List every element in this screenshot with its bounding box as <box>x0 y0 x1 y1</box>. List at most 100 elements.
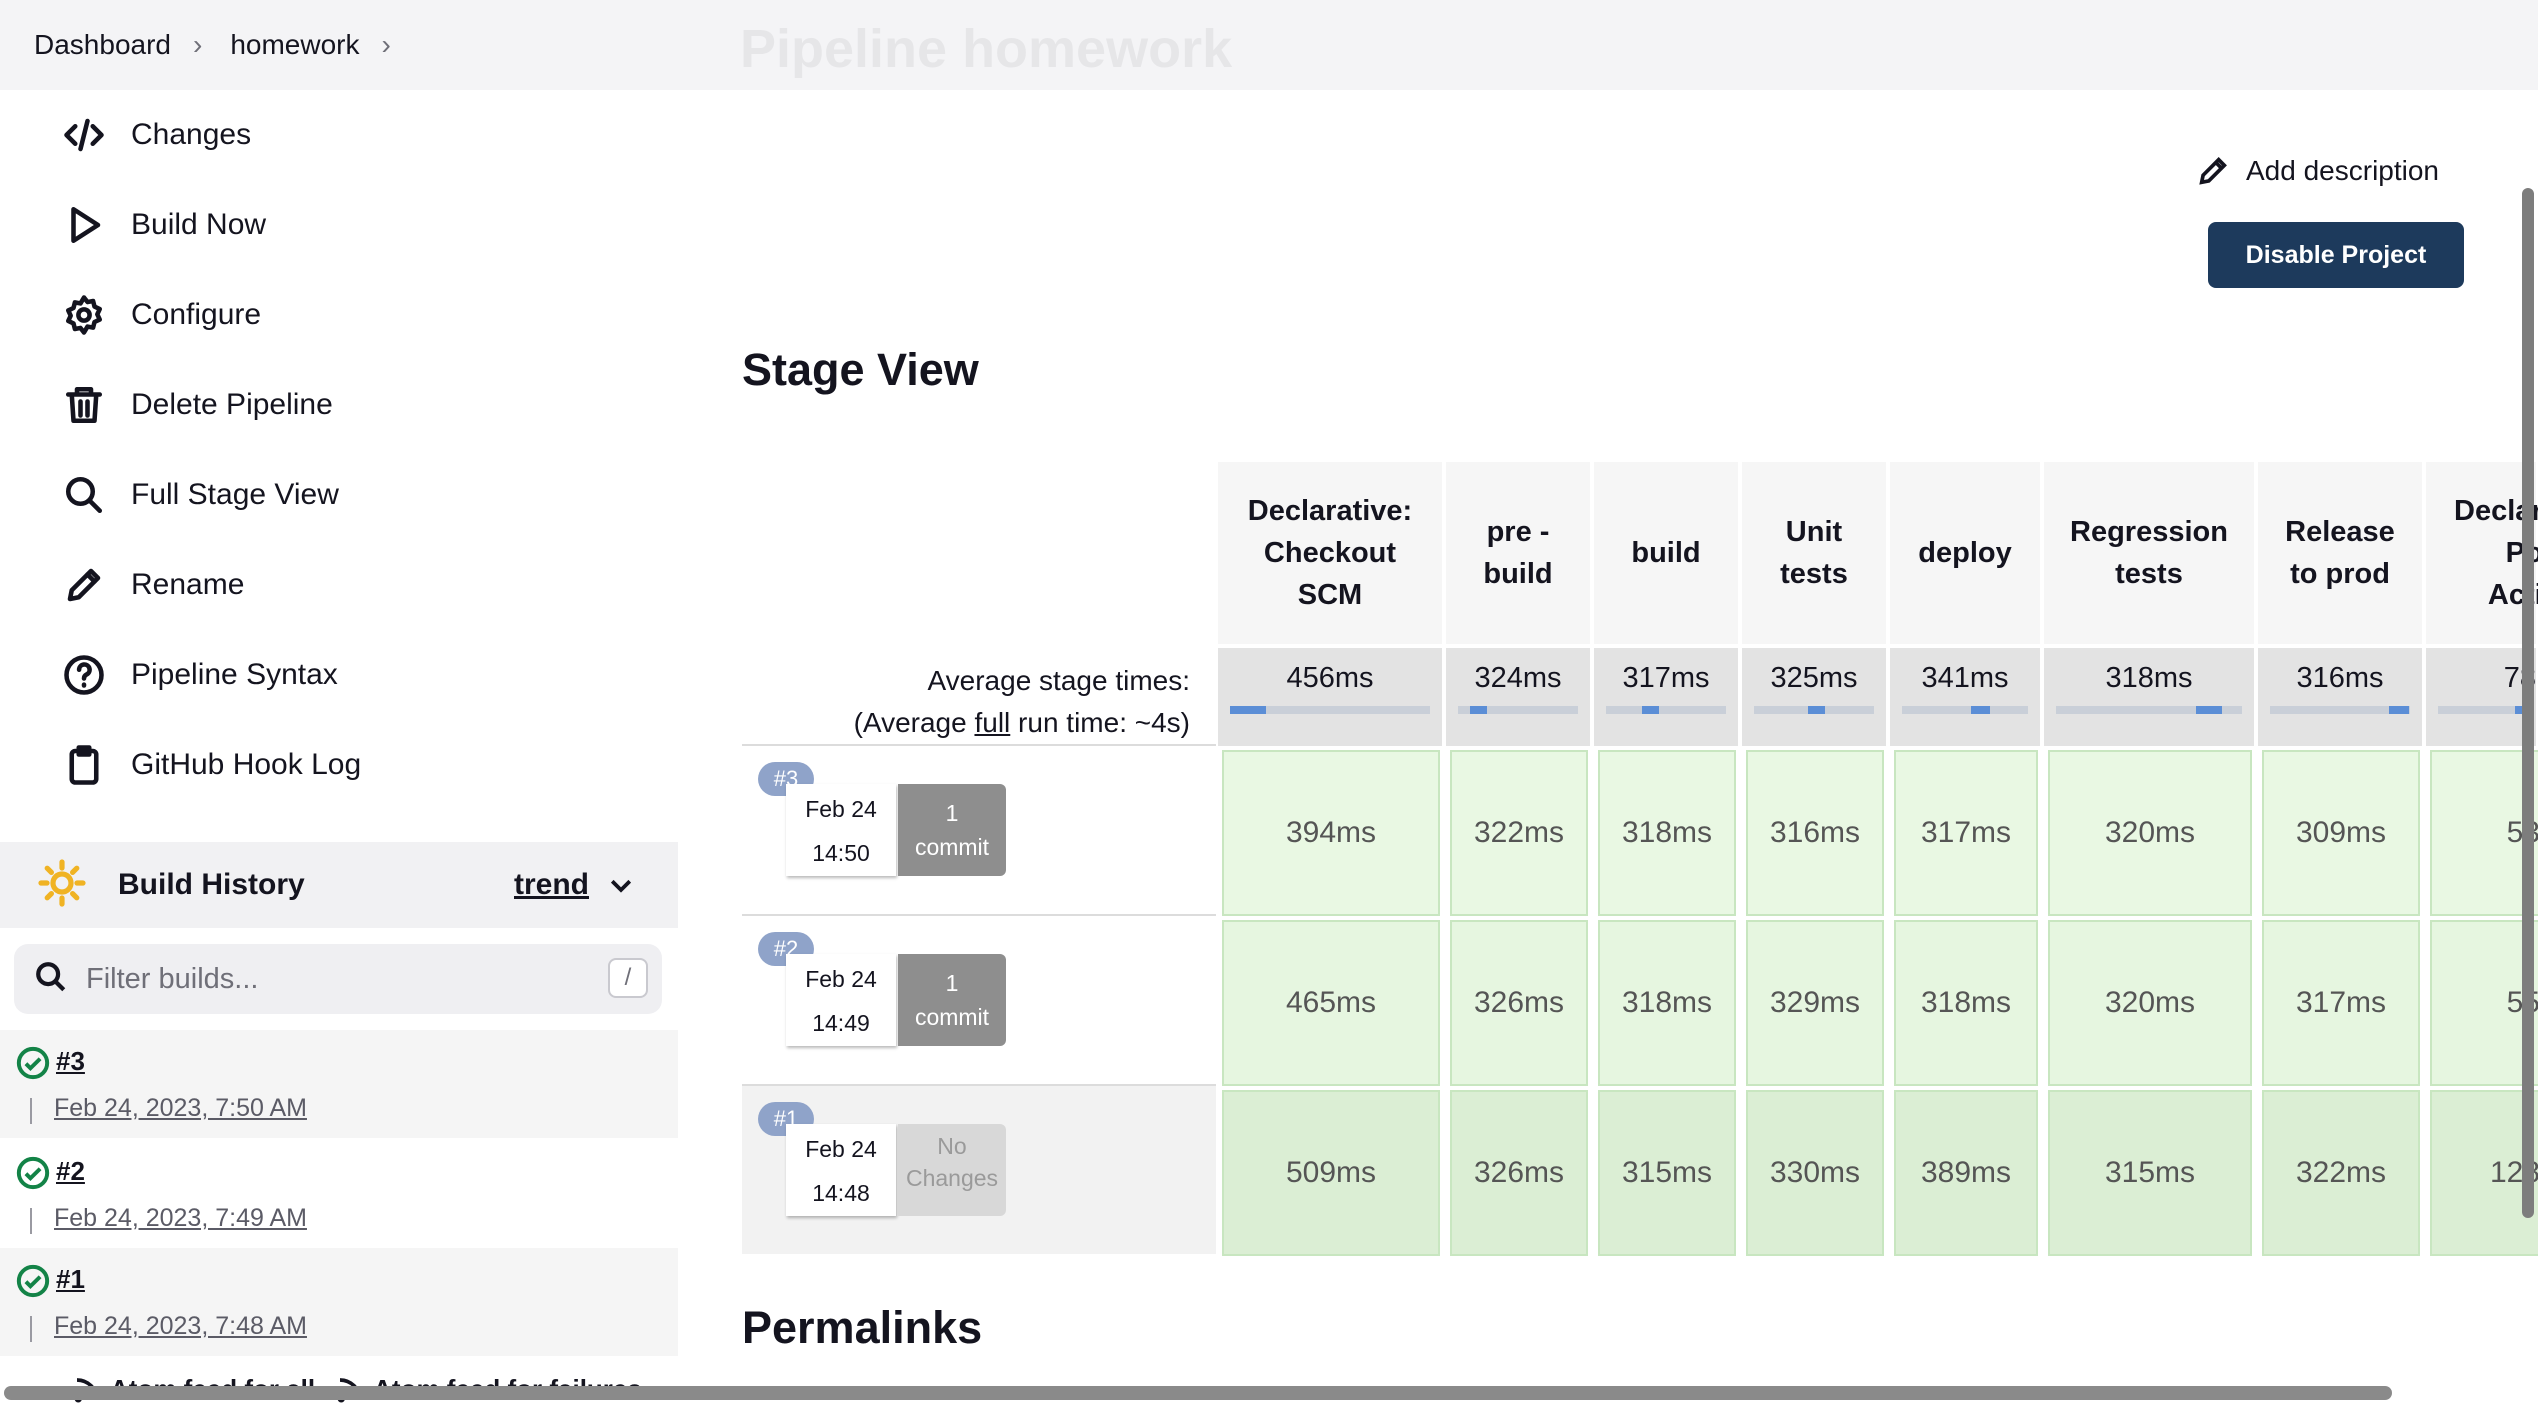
build-number-link[interactable]: #2 <box>56 1156 85 1187</box>
stage-cell[interactable]: 329ms <box>1746 920 1884 1086</box>
stage-cell[interactable]: 315ms <box>1598 1090 1736 1256</box>
avg-label-line2: (Average full run time: ~4s) <box>760 702 1190 744</box>
stage-cell[interactable]: 465ms <box>1222 920 1440 1086</box>
breadcrumb-homework[interactable]: homework <box>230 29 359 61</box>
run-date: Feb 24 <box>805 966 877 992</box>
trash-icon <box>60 381 108 429</box>
stage-name-line: to prod <box>2290 558 2390 590</box>
run-date-card: Feb 24 14:50 <box>786 784 896 876</box>
build-row[interactable]: #1 Feb 24, 2023, 7:48 AM <box>0 1248 678 1356</box>
stage-cell-duration: 322ms <box>2295 1156 2387 1189</box>
avg-time-value: 324ms <box>1474 662 1562 694</box>
stage-cell[interactable]: 320ms <box>2048 920 2252 1086</box>
trend-link[interactable]: trend <box>514 868 589 902</box>
run-commit-card[interactable]: 1 commit <box>898 784 1006 876</box>
stage-cell[interactable]: 322ms <box>1450 750 1588 916</box>
task-full-stage-view[interactable]: Full Stage View <box>60 460 339 530</box>
commit-text: 1 <box>945 800 959 826</box>
task-configure[interactable]: Configure <box>60 280 261 350</box>
run-commit-card[interactable]: No Changes <box>898 1124 1006 1216</box>
build-number-link[interactable]: #1 <box>56 1264 85 1295</box>
stage-cell[interactable]: 326ms <box>1450 920 1588 1086</box>
stage-cell[interactable]: 394ms <box>1222 750 1440 916</box>
run-date: Feb 24 <box>805 796 877 822</box>
stage-cell[interactable]: 317ms <box>1894 750 2038 916</box>
stage-average-time: 341ms <box>1890 648 2040 746</box>
task-github-hook-log[interactable]: GitHub Hook Log <box>60 730 361 800</box>
stage-average-time: 316ms <box>2258 648 2422 746</box>
build-date-link[interactable]: Feb 24, 2023, 7:48 AM <box>54 1312 307 1341</box>
stage-average-time: 317ms <box>1594 648 1738 746</box>
stage-cell-duration: 326ms <box>1473 986 1565 1019</box>
run-commit-card[interactable]: 1 commit <box>898 954 1006 1046</box>
stage-header: deploy <box>1890 462 2040 644</box>
breadcrumb-dashboard[interactable]: Dashboard <box>34 29 171 61</box>
stage-average-time: 78 <box>2426 648 2536 746</box>
stage-cell[interactable]: 318ms <box>1598 920 1736 1086</box>
run-time: 14:50 <box>812 840 870 866</box>
stage-cell-duration: 320ms <box>2104 986 2196 1019</box>
stage-header: Regression tests <box>2044 462 2254 644</box>
stage-cell[interactable]: 318ms <box>1598 750 1736 916</box>
build-date-link[interactable]: Feb 24, 2023, 7:50 AM <box>54 1094 307 1123</box>
horizontal-scrollbar[interactable] <box>4 1386 2392 1400</box>
task-pipeline-syntax[interactable]: Pipeline Syntax <box>60 640 338 710</box>
stage-cell-duration: 315ms <box>2104 1156 2196 1189</box>
search-icon <box>34 960 68 999</box>
success-check-icon <box>16 1046 50 1085</box>
run-date-card: Feb 24 14:49 <box>786 954 896 1046</box>
task-label: Rename <box>131 568 245 601</box>
permalinks-title: Permalinks <box>742 1302 983 1353</box>
vertical-scrollbar[interactable] <box>2522 188 2534 1218</box>
avg-progress-track <box>2270 706 2410 714</box>
disable-project-button[interactable]: Disable Project <box>2208 222 2464 288</box>
stage-average-time: 456ms <box>1218 648 1442 746</box>
filter-builds: / <box>14 944 662 1014</box>
search-icon <box>60 471 108 519</box>
pencil-icon <box>60 561 108 609</box>
stage-cell-duration: 315ms <box>1621 1156 1713 1189</box>
stage-name-line: SCM <box>1297 579 1363 611</box>
avg-progress-fill <box>1808 706 1825 714</box>
average-stage-times-label: Average stage times: (Average full run t… <box>760 660 1190 744</box>
task-build-now[interactable]: Build Now <box>60 190 266 260</box>
stage-header: build <box>1594 462 1738 644</box>
build-row[interactable]: #2 Feb 24, 2023, 7:49 AM <box>0 1140 678 1248</box>
avg-progress-track <box>2438 706 2524 714</box>
task-changes[interactable]: Changes <box>60 100 251 170</box>
stage-cell[interactable]: 318ms <box>1894 920 2038 1086</box>
stage-cell[interactable]: 316ms <box>1746 750 1884 916</box>
task-rename[interactable]: Rename <box>60 550 244 620</box>
stage-cell[interactable]: 317ms <box>2262 920 2420 1086</box>
stage-name-line: Declarative: <box>1247 495 1413 527</box>
stage-cell-duration: 318ms <box>1920 986 2012 1019</box>
stage-cell[interactable]: 322ms <box>2262 1090 2420 1256</box>
filter-builds-input[interactable] <box>84 961 608 997</box>
build-number-link[interactable]: #3 <box>56 1046 85 1077</box>
stage-average-time: 318ms <box>2044 648 2254 746</box>
chevron-right-icon[interactable]: › <box>381 29 390 61</box>
stage-name-line: Release <box>2285 516 2395 548</box>
build-date-link[interactable]: Feb 24, 2023, 7:49 AM <box>54 1204 307 1233</box>
commit-text: commit <box>914 1004 990 1030</box>
task-label: Full Stage View <box>131 478 339 511</box>
stage-average-time: 324ms <box>1446 648 1590 746</box>
add-description-link[interactable]: Add description <box>2196 154 2439 188</box>
stage-cell[interactable]: 509ms <box>1222 1090 1440 1256</box>
stage-cell-duration: 318ms <box>1621 816 1713 849</box>
help-circle-icon <box>60 651 108 699</box>
stage-header: pre - build <box>1446 462 1590 644</box>
stage-cell[interactable]: 330ms <box>1746 1090 1884 1256</box>
stage-cell[interactable]: 309ms <box>2262 750 2420 916</box>
stage-cell[interactable]: 389ms <box>1894 1090 2038 1256</box>
stage-cell[interactable]: 326ms <box>1450 1090 1588 1256</box>
stage-name-line: tests <box>1780 558 1848 590</box>
stage-cell[interactable]: 315ms <box>2048 1090 2252 1256</box>
run-info: #2 Feb 24 14:49 1 commit <box>742 914 1216 1084</box>
build-row[interactable]: #3 Feb 24, 2023, 7:50 AM <box>0 1030 678 1138</box>
stage-header: Release to prod <box>2258 462 2422 644</box>
chevron-down-icon[interactable] <box>606 870 636 905</box>
task-delete-pipeline[interactable]: Delete Pipeline <box>60 370 333 440</box>
stage-cell[interactable]: 320ms <box>2048 750 2252 916</box>
full-run-link[interactable]: full <box>974 707 1010 738</box>
